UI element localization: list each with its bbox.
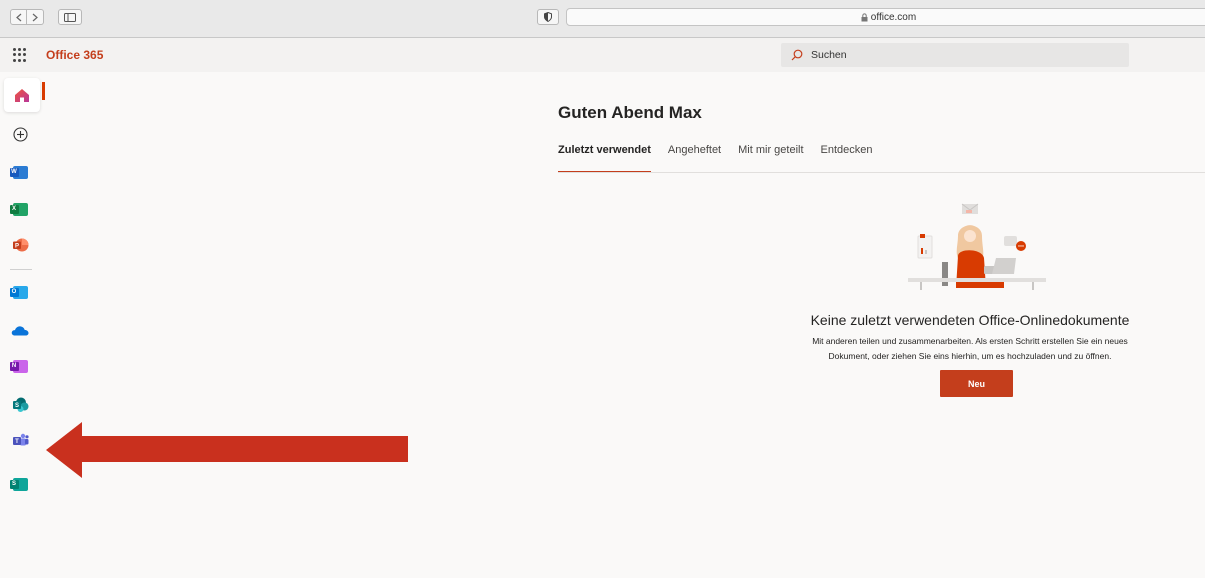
sidebar-toggle-button[interactable] (58, 9, 82, 25)
tab-pinned[interactable]: Angeheftet (668, 144, 721, 174)
search-icon (791, 49, 803, 61)
empty-desc-line-2: Dokument, oder ziehen Sie eins hierhin, … (828, 351, 1112, 361)
search-input[interactable]: Suchen (781, 43, 1129, 67)
rail-divider (10, 269, 32, 270)
lock-icon (861, 12, 868, 21)
rail-item-word[interactable]: W (8, 160, 32, 184)
rail-item-sway[interactable]: S (8, 472, 32, 496)
svg-text:S: S (14, 403, 18, 409)
browser-toolbar: office.com (0, 0, 1205, 38)
tab-recent[interactable]: Zuletzt verwendet (558, 144, 651, 174)
onedrive-icon (11, 325, 29, 335)
active-indicator (42, 82, 45, 100)
empty-state-description: Mit anderen teilen und zusammenarbeiten.… (760, 334, 1180, 364)
tab-discover[interactable]: Entdecken (821, 144, 873, 174)
rail-item-onedrive[interactable] (8, 318, 32, 342)
sway-icon: S (9, 477, 28, 491)
shield-icon (544, 12, 552, 22)
rail-item-home[interactable] (4, 78, 40, 112)
rail-item-excel[interactable]: X (8, 197, 32, 221)
powerpoint-icon: P (12, 238, 28, 252)
app-launcher-icon[interactable] (13, 48, 27, 62)
app-title[interactable]: Office 365 (46, 48, 103, 62)
annotation-arrow (46, 422, 408, 478)
nav-buttons (10, 9, 44, 25)
app-rail: W X P O N S T S (0, 72, 45, 578)
greeting-title: Guten Abend Max (558, 103, 702, 122)
address-bar[interactable]: office.com (566, 8, 1205, 26)
sharepoint-icon: S (12, 397, 28, 412)
svg-text:P: P (14, 244, 18, 250)
empty-state-title: Keine zuletzt verwendeten Office-Onlined… (810, 312, 1130, 328)
outlook-icon: O (9, 285, 28, 299)
document-tabs: Zuletzt verwendet Angeheftet Mit mir get… (558, 144, 890, 174)
rail-item-create[interactable] (8, 122, 32, 146)
rail-item-sharepoint[interactable]: S (8, 392, 32, 416)
forward-button[interactable] (27, 9, 44, 25)
excel-icon: X (9, 202, 28, 216)
back-button[interactable] (10, 9, 27, 25)
onenote-icon: N (9, 359, 28, 373)
url-text: office.com (870, 11, 917, 23)
rail-item-onenote[interactable]: N (8, 354, 32, 378)
chevron-left-icon (15, 13, 21, 21)
tab-shared[interactable]: Mit mir geteilt (738, 144, 803, 174)
teams-icon: T (12, 433, 29, 446)
word-icon: W (9, 165, 28, 179)
rail-item-powerpoint[interactable]: P (8, 233, 32, 257)
svg-text:T: T (15, 439, 19, 445)
empty-desc-line-1: Mit anderen teilen und zusammenarbeiten.… (812, 336, 1128, 346)
tab-divider (558, 172, 1205, 173)
office-header: Office 365 Suchen (0, 38, 1205, 72)
rail-item-teams[interactable]: T (8, 428, 32, 452)
create-icon (12, 126, 28, 142)
empty-state-illustration (908, 203, 1046, 290)
search-placeholder: Suchen (811, 49, 847, 61)
home-icon (15, 88, 29, 102)
chevron-right-icon (32, 13, 38, 21)
rail-item-outlook[interactable]: O (8, 280, 32, 304)
new-document-button[interactable]: Neu (940, 370, 1013, 397)
privacy-button[interactable] (537, 9, 559, 25)
sidebar-icon (64, 12, 76, 22)
